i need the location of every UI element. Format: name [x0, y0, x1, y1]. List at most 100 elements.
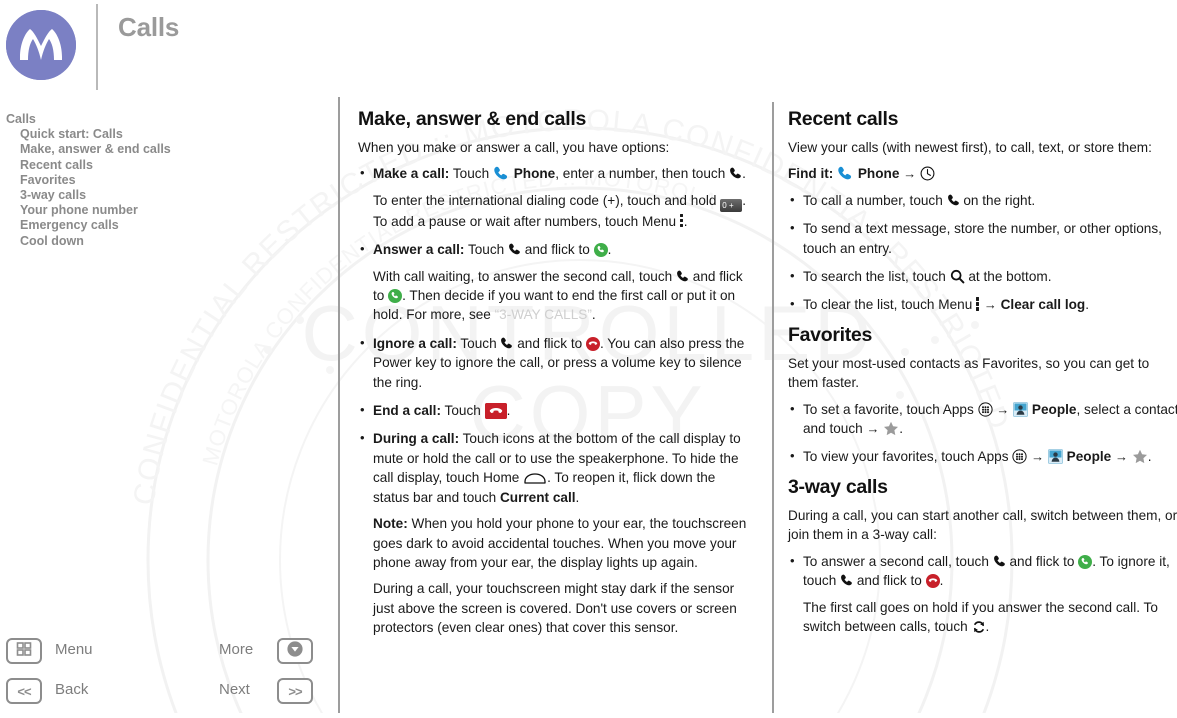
end-text1: Touch — [444, 403, 481, 419]
people-contacts-icon[interactable] — [1047, 449, 1063, 465]
phone-handset-black-icon[interactable] — [993, 555, 1006, 569]
arrow-separator-icon: → — [996, 401, 1010, 417]
next-label[interactable]: Next — [219, 681, 250, 698]
phone-handset-black-icon[interactable] — [729, 167, 742, 181]
phone-handset-blue-icon[interactable] — [493, 166, 510, 181]
sidebar-item-quick-start-calls[interactable]: Quick start: Calls — [6, 127, 306, 142]
swap-calls-icon[interactable] — [972, 620, 986, 634]
find-it-phone-label: Phone — [857, 166, 900, 182]
sidebar-item-calls[interactable]: Calls — [6, 112, 306, 127]
answer-end: . — [607, 242, 612, 258]
column-divider-left — [338, 97, 340, 713]
find-it-recent-calls: Find it: Phone → — [788, 164, 1177, 183]
recent-b3-text2: at the bottom. — [968, 269, 1052, 285]
phone-handset-black-icon[interactable] — [508, 243, 521, 257]
sidebar-toc: Calls Quick start: Calls Make, answer & … — [6, 112, 306, 249]
back-label[interactable]: Back — [55, 681, 88, 698]
sidebar-item-emergency-calls[interactable]: Emergency calls — [6, 218, 306, 233]
note-label: Note: — [373, 516, 408, 532]
column-divider-right — [772, 102, 774, 713]
section-heading-3-way-calls: 3-way calls — [788, 475, 888, 498]
intl-text1: To enter the international dialing code … — [373, 192, 717, 208]
clear-call-log-label: Clear call log — [1000, 297, 1086, 313]
threeway-intro: During a call, you can start another cal… — [788, 507, 1177, 543]
answer-text2: and flick to — [524, 242, 590, 258]
chevron-down-circle-icon — [286, 640, 304, 663]
list-item-search-list: To search the list, touch at the bottom. — [788, 266, 1177, 286]
sidebar-item-3-way-calls[interactable]: 3-way calls — [6, 188, 306, 203]
sidebar-item-cool-down[interactable]: Cool down — [6, 234, 306, 249]
menu-button[interactable] — [6, 638, 42, 664]
favorites-intro: Set your most-used contacts as Favorites… — [788, 355, 1150, 391]
answer-text1: Touch — [467, 242, 505, 258]
threeway-b1-text1: To answer a second call, touch — [803, 553, 989, 569]
arrow-separator-icon: → — [1115, 449, 1129, 465]
bottom-navigation: Menu More << Back Next >> — [0, 636, 330, 713]
recent-b1-text2: on the right. — [963, 192, 1036, 208]
sidebar-item-recent-calls[interactable]: Recent calls — [6, 158, 306, 173]
next-button[interactable]: >> — [277, 678, 313, 704]
international-dialing-note: To enter the international dialing code … — [373, 191, 754, 231]
fav-b1-text1: To set a favorite, touch Apps — [803, 401, 974, 417]
home-icon[interactable] — [523, 472, 547, 485]
ignore-call-red-icon[interactable] — [586, 336, 600, 351]
ignore-call-red-icon[interactable] — [925, 574, 940, 589]
recent-b1-text1: To call a number, touch — [803, 192, 943, 208]
list-item-call-a-number: To call a number, touch on the right. — [788, 190, 1177, 210]
apps-grid-icon[interactable] — [977, 402, 993, 417]
ignore-text2: and flick to — [517, 335, 583, 351]
threeway-b1-text4: and flick to — [856, 573, 922, 589]
cross-reference-3-way-calls[interactable]: “3-WAY CALLS” — [495, 307, 592, 322]
fav-b2-end: . — [1147, 449, 1152, 465]
current-call-bold: Current call — [499, 489, 576, 505]
threeway-sub-end: . — [985, 618, 990, 634]
threeway-b1-end: . — [939, 573, 944, 589]
during-a-call-label: During a call: — [373, 431, 460, 447]
sidebar-item-your-phone-number[interactable]: Your phone number — [6, 203, 306, 218]
people-contacts-icon[interactable] — [1013, 401, 1029, 417]
sidebar-item-make-answer-end-calls[interactable]: Make, answer & end calls — [6, 142, 306, 157]
list-item-make-a-call: Make a call: Touch Phone, enter a number… — [358, 163, 754, 231]
sensor-text: During a call, your touchscreen might st… — [373, 581, 737, 636]
clock-icon[interactable] — [920, 166, 935, 181]
during-end: . — [575, 489, 580, 505]
star-icon[interactable] — [883, 421, 899, 436]
list-item-end-a-call: End a call: Touch . — [358, 400, 754, 420]
menu-label[interactable]: Menu — [55, 641, 93, 658]
list-item-answer-a-call: Answer a call: Touch and flick to . With… — [358, 239, 754, 325]
nav-row-menu-more: Menu More — [0, 638, 330, 676]
double-chevron-right-icon: >> — [288, 683, 302, 699]
end-text2: . — [506, 403, 511, 419]
note-text: When you hold your phone to your ear, th… — [373, 516, 747, 570]
people-app-name: People — [1066, 449, 1112, 465]
search-icon[interactable] — [950, 269, 965, 284]
make-a-call-label: Make a call: — [373, 166, 450, 182]
more-button[interactable] — [277, 638, 313, 664]
right-column: Recent calls View your calls (with newes… — [788, 108, 1177, 645]
back-button[interactable]: << — [6, 678, 42, 704]
phone-handset-black-icon[interactable] — [840, 574, 853, 588]
more-label[interactable]: More — [219, 641, 253, 658]
ignore-a-call-label: Ignore a call: — [373, 335, 457, 351]
answer-call-green-icon[interactable] — [1078, 554, 1093, 569]
arrow-separator-icon: → — [866, 421, 880, 437]
phone-handset-black-icon[interactable] — [500, 337, 513, 351]
end-call-red-icon[interactable] — [484, 403, 507, 420]
phone-handset-black-icon[interactable] — [947, 194, 960, 208]
menu-overflow-icon[interactable] — [679, 213, 684, 228]
sidebar-item-favorites[interactable]: Favorites — [6, 173, 306, 188]
zero-plus-key-icon[interactable]: 0 + — [720, 198, 743, 212]
motorola-batwing-logo-icon — [6, 10, 76, 80]
phone-handset-blue-icon[interactable] — [837, 166, 854, 181]
list-item-ignore-a-call: Ignore a call: Touch and flick to . You … — [358, 333, 754, 392]
fav-b1-end: . — [899, 421, 904, 437]
make-a-call-text2: , enter a number, then touch — [555, 166, 726, 182]
favorites-list: To set a favorite, touch Apps → People, … — [788, 399, 1177, 467]
star-icon[interactable] — [1132, 449, 1148, 464]
phone-handset-black-icon[interactable] — [676, 270, 689, 284]
answer-call-green-icon[interactable] — [593, 243, 608, 258]
people-app-name: People — [1031, 401, 1077, 417]
apps-grid-icon[interactable] — [1012, 449, 1027, 465]
menu-overflow-icon[interactable] — [976, 297, 980, 311]
answer-call-green-icon[interactable] — [388, 289, 403, 304]
